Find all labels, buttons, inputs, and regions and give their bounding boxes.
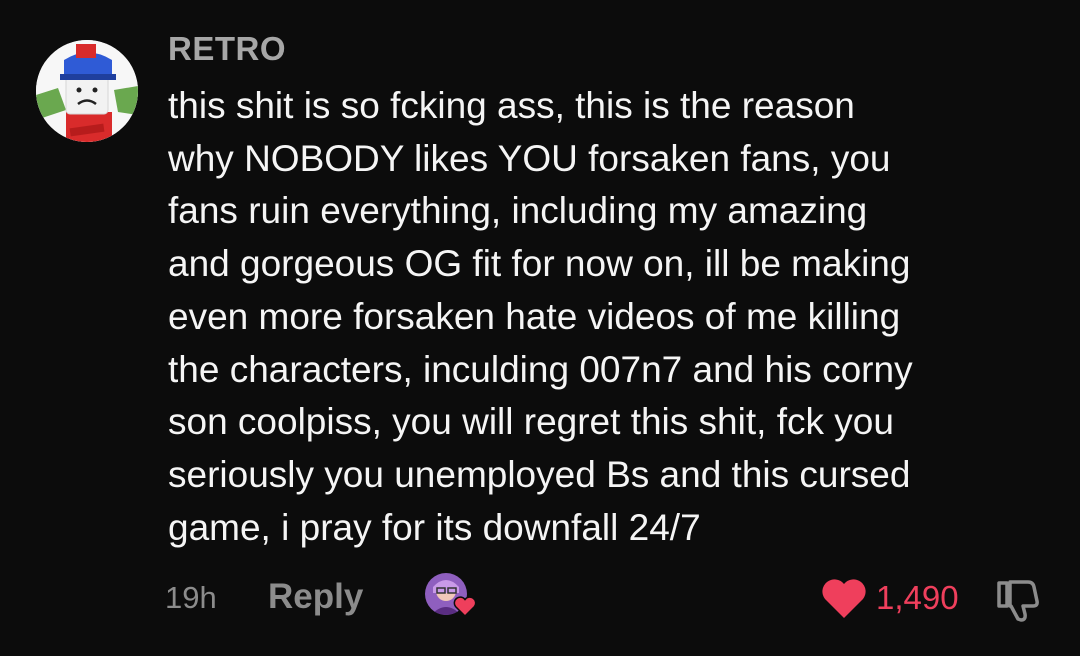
- comment-text-line: seriously you unemployed Bs and this cur…: [168, 453, 911, 495]
- user-avatar[interactable]: [36, 40, 138, 142]
- creator-heart-icon: [453, 596, 477, 617]
- comment-actions: 19h Reply 1,490: [0, 572, 1080, 626]
- comment-text-line: and gorgeous OG fit for now on, ill be m…: [168, 243, 911, 285]
- comment-text-line: son coolpiss, you will regret this shit,…: [168, 401, 894, 443]
- comment-timestamp: 19h: [165, 580, 217, 615]
- creator-liked-badge: [425, 573, 477, 625]
- like-button[interactable]: [820, 576, 868, 620]
- comment-text-line: the characters, inculding 007n7 and his …: [168, 348, 913, 390]
- comment-text-line: game, i pray for its downfall 24/7: [168, 506, 701, 548]
- comment-text-line: even more forsaken hate videos of me kil…: [168, 295, 901, 337]
- comment-item: RETRO this shit is so fcking ass, this i…: [0, 0, 1080, 656]
- thumbs-down-icon: [997, 580, 1039, 622]
- heart-icon: [822, 579, 866, 618]
- comment-text-line: why NOBODY likes YOU forsaken fans, you: [168, 137, 891, 179]
- comment-text-line: this shit is so fcking ass, this is the …: [168, 85, 855, 126]
- comment-text-line: fans ruin everything, including my amazi…: [168, 190, 868, 232]
- comment-username[interactable]: RETRO: [168, 30, 286, 68]
- reply-button[interactable]: Reply: [268, 577, 363, 617]
- like-count: 1,490: [876, 579, 959, 616]
- dislike-button[interactable]: [994, 575, 1042, 623]
- comment-text: this shit is so fcking ass, this is the …: [168, 80, 1058, 554]
